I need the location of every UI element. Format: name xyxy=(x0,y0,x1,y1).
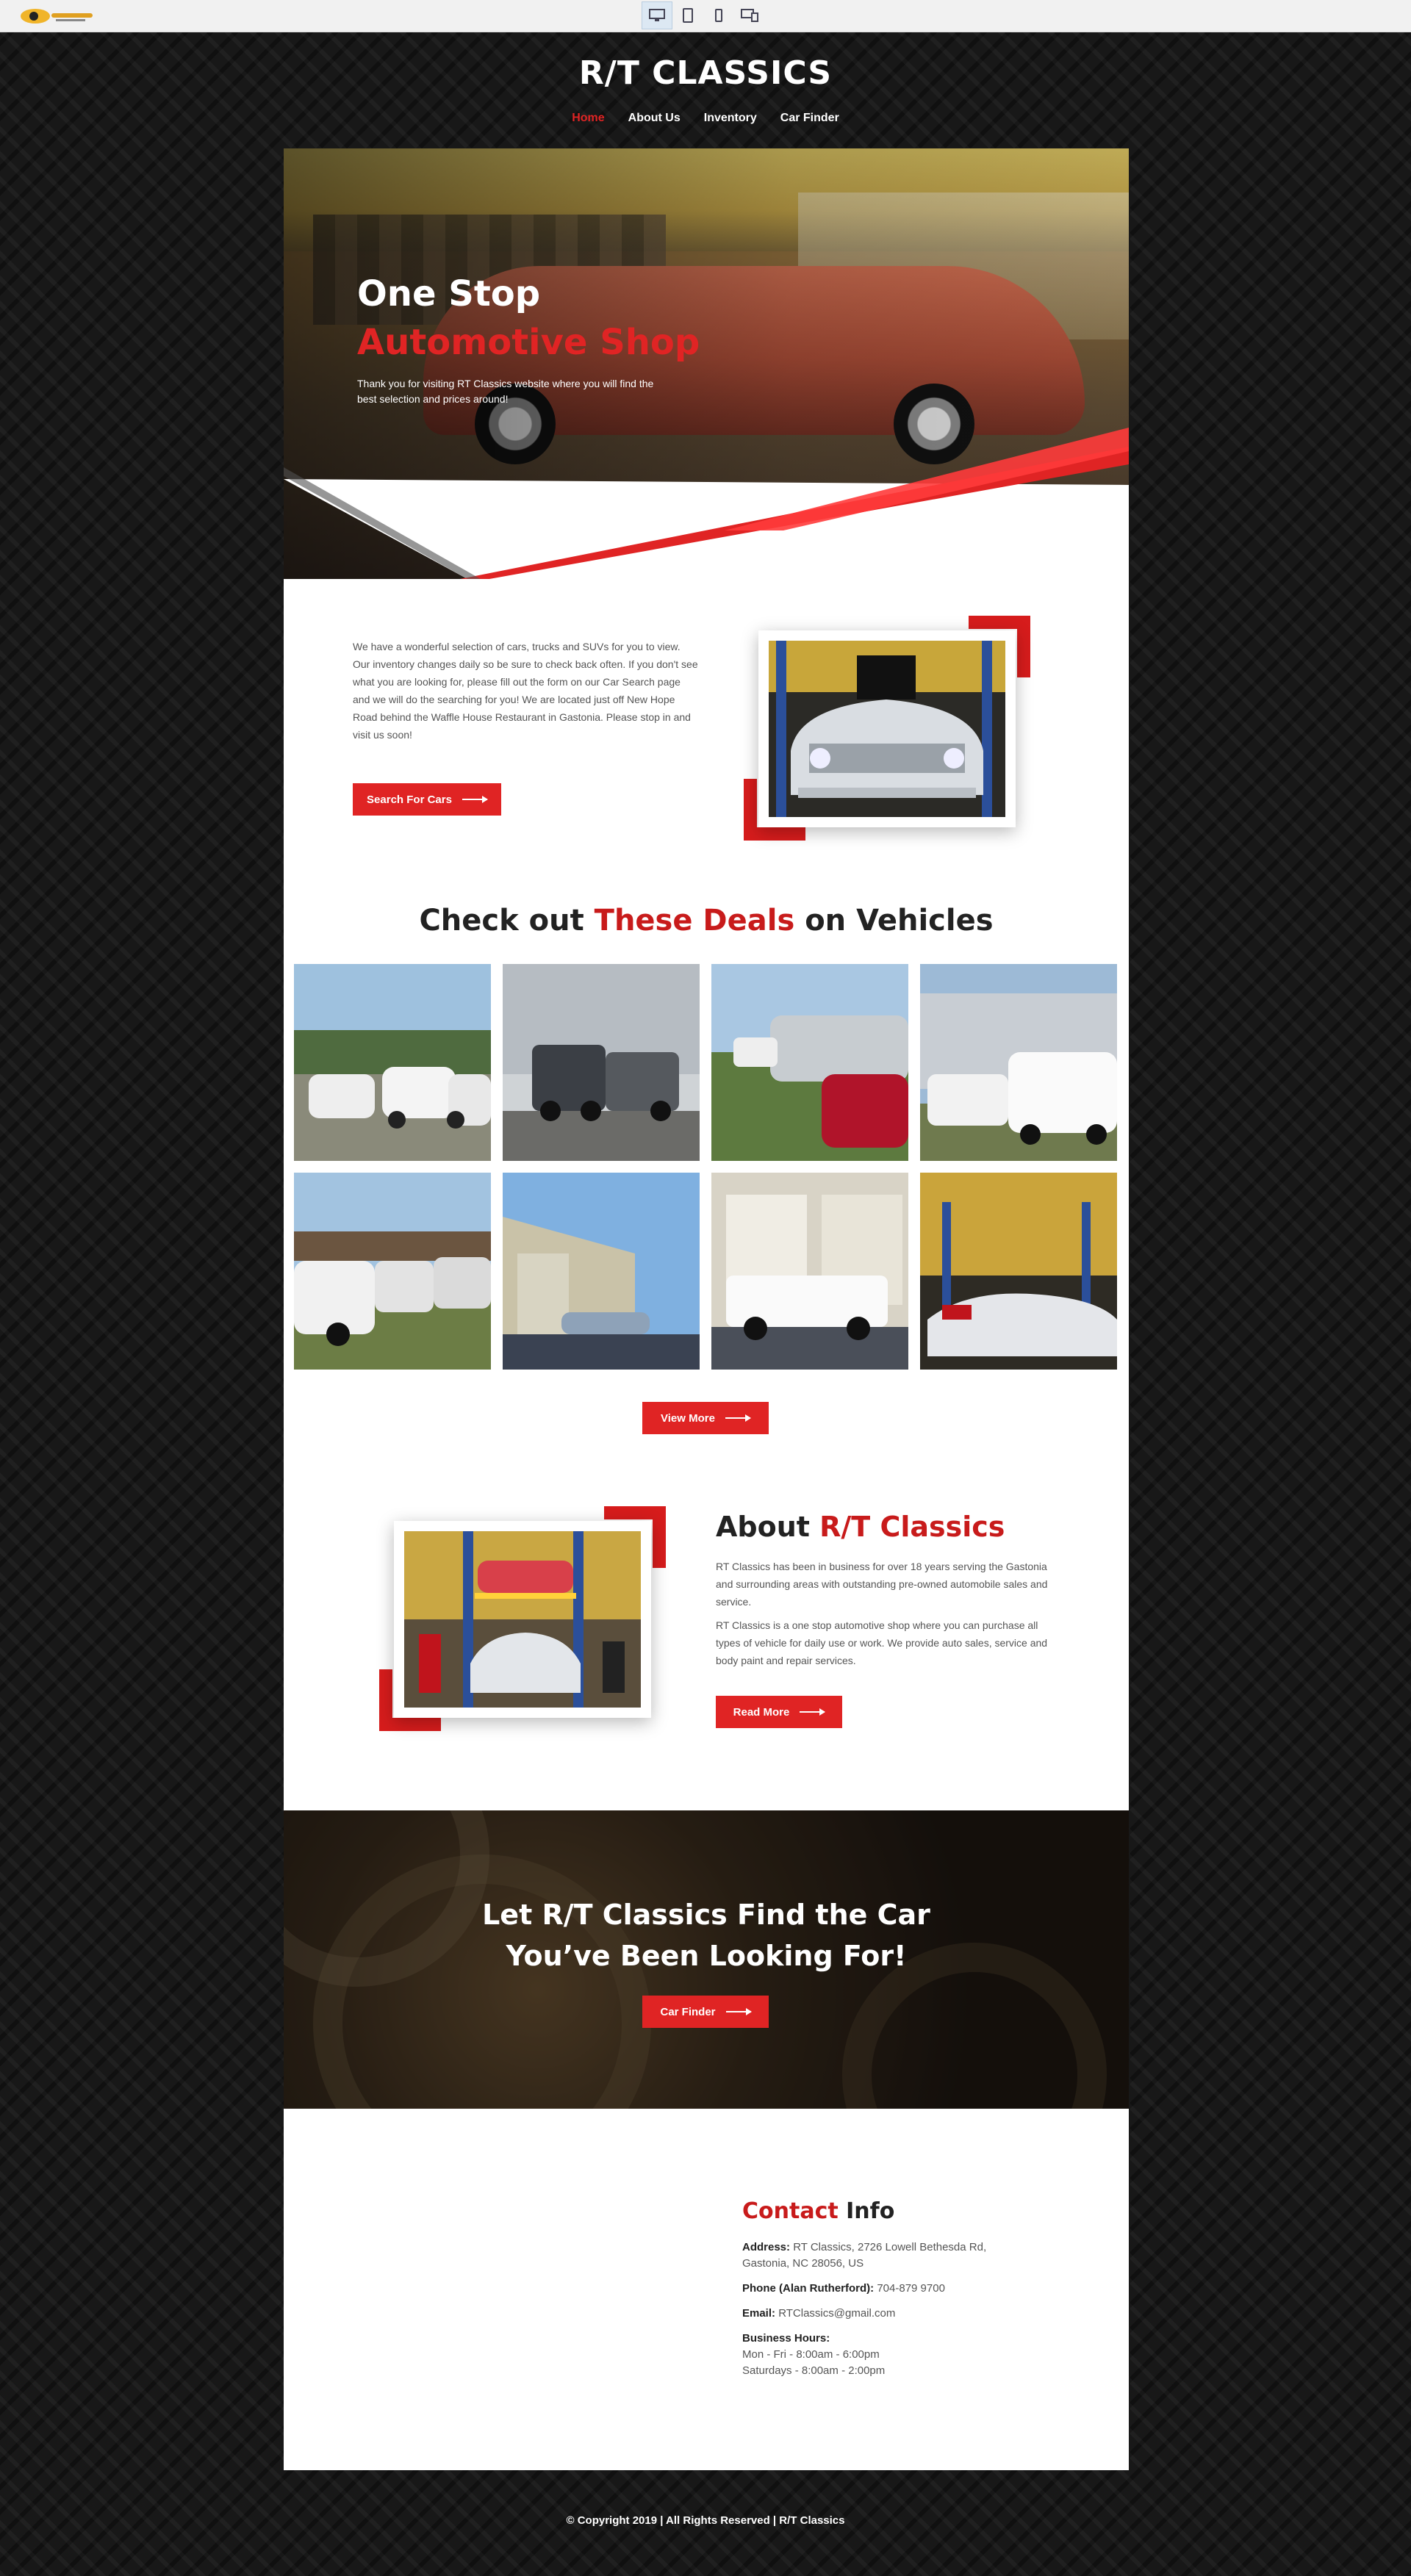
hours-label: Business Hours: xyxy=(742,2332,830,2345)
site-logo[interactable]: R/T CLASSICS xyxy=(0,54,1411,92)
contact-phone: Phone (Alan Rutherford): 704-879 9700 xyxy=(742,2281,992,2297)
car-finder-button[interactable]: Car Finder xyxy=(642,1996,769,2028)
contact-email: Email: RTClassics@gmail.com xyxy=(742,2306,992,2322)
contact-hours: Business Hours: Mon - Fri - 8:00am - 6:0… xyxy=(742,2331,992,2379)
deals-title-part: on Vehicles xyxy=(794,904,994,938)
about-paragraph: RT Classics is a one stop automotive sho… xyxy=(716,1619,1048,1666)
email-link[interactable]: RTClassics@gmail.com xyxy=(778,2307,895,2320)
site-logo-thumbnail[interactable] xyxy=(19,6,96,25)
gallery-photo-garage-classic[interactable] xyxy=(503,1173,700,1370)
deals-title-part: Check out xyxy=(419,904,595,938)
gallery-photo-white-vans[interactable] xyxy=(920,964,1117,1161)
tablet-view-button[interactable] xyxy=(672,1,703,29)
contact-address: Address: RT Classics, 2726 Lowell Bethes… xyxy=(742,2239,992,2272)
cta-title-line: Let R/T Classics Find the Car xyxy=(482,1899,930,1931)
search-for-cars-label: Search For Cars xyxy=(367,793,452,806)
gallery-photo-cars-lot[interactable] xyxy=(294,964,491,1161)
about-photo-frame xyxy=(379,1506,666,1731)
phone-value[interactable]: 704-879 9700 xyxy=(877,2282,945,2295)
nav-about-us[interactable]: About Us xyxy=(628,112,681,125)
arrow-right-icon xyxy=(725,2008,752,2015)
multi-device-icon xyxy=(741,9,758,22)
vehicle-gallery xyxy=(294,964,1119,1370)
footer-copyright: © Copyright 2019 | All Rights Reserved |… xyxy=(566,2514,845,2527)
nav-inventory[interactable]: Inventory xyxy=(704,112,757,125)
email-label: Email: xyxy=(742,2307,776,2320)
gallery-photo-red-car[interactable] xyxy=(711,964,908,1161)
main-nav: Home About Us Inventory Car Finder xyxy=(0,112,1411,125)
gallery-photo-suvs-building[interactable] xyxy=(503,964,700,1161)
contact-title-accent: Contact xyxy=(742,2198,839,2224)
about-paragraph: RT Classics has been in business for ove… xyxy=(716,1561,1048,1608)
about-title: About R/T Classics xyxy=(716,1511,1005,1543)
search-for-cars-button[interactable]: Search For Cars xyxy=(353,783,501,816)
hero-diagonal-divider xyxy=(284,428,1129,579)
deals-title: Check out These Deals on Vehicles xyxy=(284,904,1129,938)
desktop-view-button[interactable] xyxy=(642,1,672,29)
about-title-part: About xyxy=(716,1511,820,1543)
address-label: Address: xyxy=(742,2241,791,2253)
contact-title-part: Info xyxy=(838,2198,895,2224)
cta-title: Let R/T Classics Find the Car You’ve Bee… xyxy=(284,1894,1129,1976)
photo-card xyxy=(394,1521,651,1718)
gallery-photo-white-truck[interactable] xyxy=(711,1173,908,1370)
hours-weekday: Mon - Fri - 8:00am - 6:00pm xyxy=(742,2348,880,2361)
car-finder-cta: Let R/T Classics Find the Car You’ve Bee… xyxy=(284,1810,1129,2109)
intro-photo-frame xyxy=(744,616,1030,841)
device-switcher xyxy=(642,1,765,29)
gallery-photo-crvs[interactable] xyxy=(294,1173,491,1370)
gallery-photo-shop-thunderbird[interactable] xyxy=(920,1173,1117,1370)
intro-text: We have a wonderful selection of cars, t… xyxy=(353,641,698,741)
phone-view-button[interactable] xyxy=(703,1,734,29)
read-more-label: Read More xyxy=(733,1705,790,1719)
view-more-button[interactable]: View More xyxy=(642,1402,769,1434)
view-more-label: View More xyxy=(661,1411,715,1425)
about-title-accent: R/T Classics xyxy=(819,1511,1005,1543)
classic-car-front-photo xyxy=(769,641,1005,817)
cta-title-line: You’ve Been Looking For! xyxy=(506,1940,907,1972)
phone-label: Phone (Alan Rutherford): xyxy=(742,2282,875,2295)
desktop-icon xyxy=(649,9,665,21)
contact-title: Contact Info xyxy=(742,2198,894,2224)
nav-home[interactable]: Home xyxy=(572,112,604,125)
deals-title-accent: These Deals xyxy=(594,904,795,938)
arrow-right-icon xyxy=(725,1414,751,1422)
hero-section: One Stop Automotive Shop Thank you for v… xyxy=(284,148,1129,579)
multi-device-view-button[interactable] xyxy=(734,1,765,29)
phone-icon xyxy=(715,9,722,22)
photo-card xyxy=(758,630,1016,827)
nav-car-finder[interactable]: Car Finder xyxy=(780,112,839,125)
car-finder-label: Car Finder xyxy=(660,2005,716,2018)
arrow-right-icon xyxy=(800,1708,826,1716)
preview-toolbar xyxy=(0,0,1411,32)
hours-saturday: Saturdays - 8:00am - 2:00pm xyxy=(742,2364,886,2377)
page-content: One Stop Automotive Shop Thank you for v… xyxy=(284,148,1129,2470)
tablet-icon xyxy=(683,8,693,23)
car-lift-photo xyxy=(404,1531,641,1708)
arrow-right-icon xyxy=(462,796,488,803)
read-more-button[interactable]: Read More xyxy=(716,1696,842,1728)
